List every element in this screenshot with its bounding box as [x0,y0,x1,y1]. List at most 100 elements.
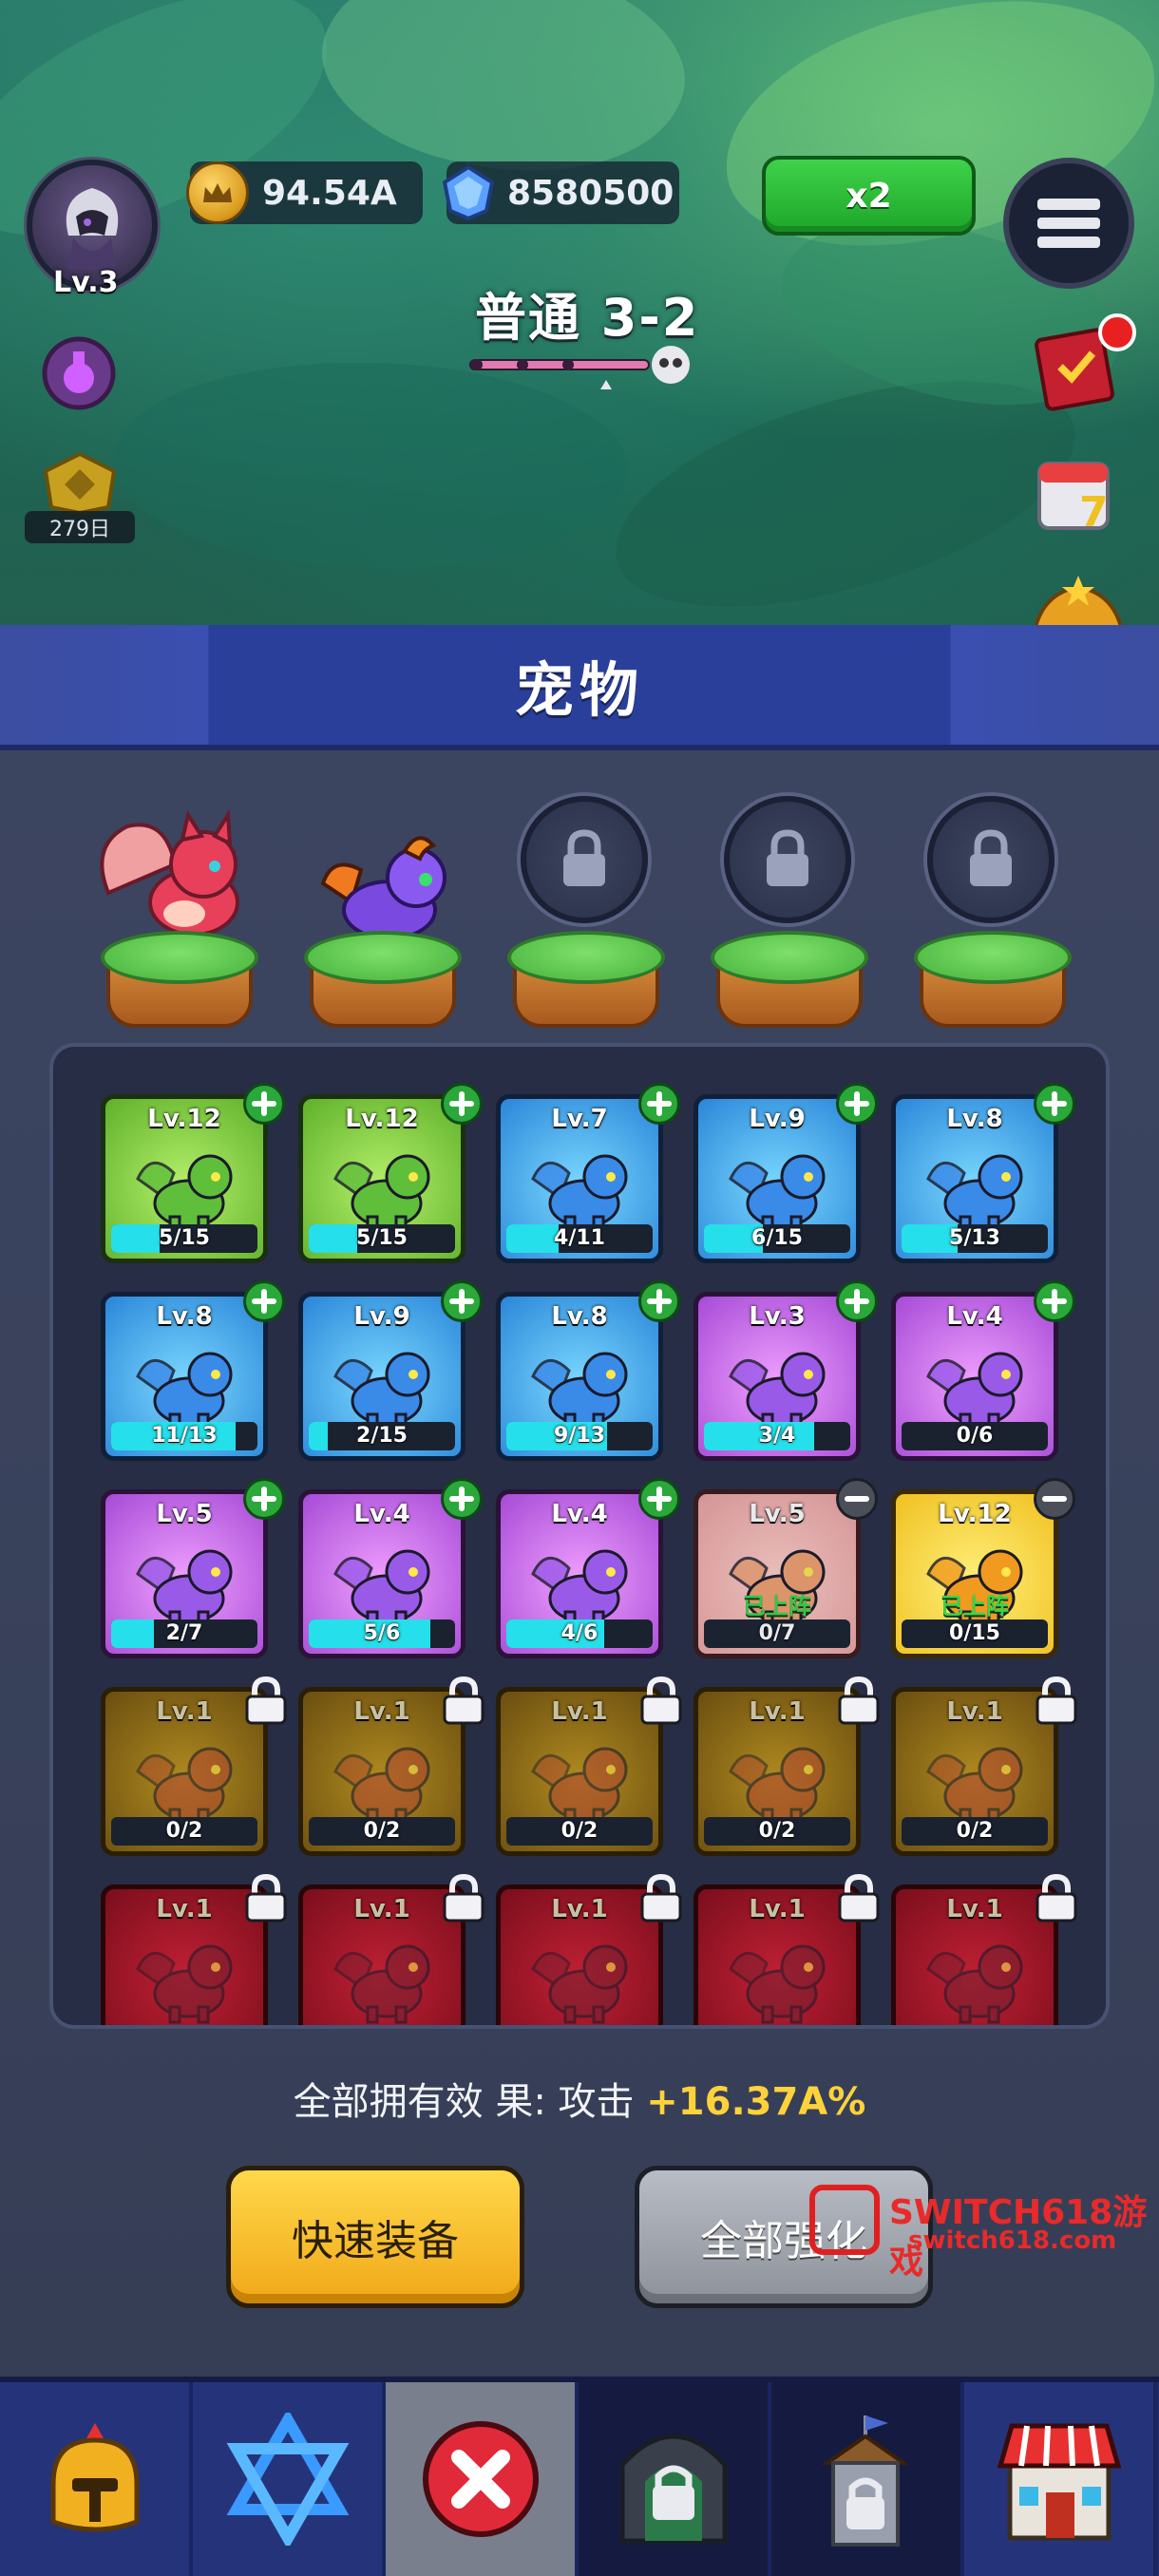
pet-creature-icon [926,1154,1023,1234]
lock-icon [970,829,1012,886]
pet-shard-progress: 0/2 [506,1817,653,1846]
pet-shard-progress: 0/2 [111,1817,257,1846]
pet-card[interactable]: Lv.8 5/13 [891,1094,1058,1263]
equip-plus-icon[interactable] [836,1280,878,1322]
main-menu-button[interactable] [1003,158,1134,289]
pet-shard-count: 0/15 [949,1621,1000,1645]
locked-slot-5[interactable] [927,796,1054,923]
quest-book-icon[interactable] [1032,310,1142,414]
pet-level: Lv.9 [749,1105,806,1133]
pedestal-1 [101,931,258,1028]
equip-plus-icon[interactable] [441,1083,483,1125]
nav-skills[interactable] [193,2382,386,2576]
nav-shop[interactable] [964,2382,1157,2576]
pet-level: Lv.1 [946,1895,1003,1923]
locked-slot-3[interactable] [521,796,648,923]
star-icon [226,2413,349,2546]
pet-shard-count: 0/2 [363,1819,401,1843]
pet-level: Lv.12 [147,1105,221,1133]
pet-level: Lv.1 [353,1697,410,1726]
collection-effect-value: +16.37A% [646,2080,866,2124]
panel-title: 宠物 [514,655,644,725]
pet-level: Lv.1 [749,1697,806,1726]
pet-card[interactable]: Lv.4 5/6 [298,1489,466,1658]
lock-icon [767,829,808,886]
calendar-7-icon[interactable]: 7 [1026,446,1121,541]
pet-shard-progress: 5/15 [309,1224,455,1253]
pet-creature-icon [333,1944,430,2024]
lock-icon [1034,1676,1079,1725]
pet-level: Lv.3 [749,1302,806,1331]
pet-shard-progress: 0/2 [902,1817,1048,1846]
pet-creature-icon [333,1352,430,1431]
pet-level: Lv.8 [156,1302,213,1331]
equip-plus-icon[interactable] [243,1478,285,1520]
pedestal-5 [914,931,1072,1028]
crown-trophy-icon[interactable] [1026,574,1130,627]
pet-shard-progress: 0/7 [704,1619,850,1648]
pet-shard-count: 6/15 [751,1226,803,1250]
pet-card[interactable]: Lv.12 5/15 [101,1094,268,1263]
pet-card[interactable]: Lv.9 6/15 [694,1094,861,1263]
equip-plus-icon[interactable] [638,1478,680,1520]
close-icon [422,2421,539,2537]
pet-card[interactable]: Lv.4 0/6 [891,1292,1058,1461]
pet-level: Lv.12 [345,1105,419,1133]
nav-locked-gate[interactable] [579,2382,771,2576]
coin-icon [186,161,249,224]
pet-level: Lv.8 [946,1105,1003,1133]
pet-card[interactable]: Lv.5 已上阵 0/7 [694,1489,861,1658]
nav-locked-tower[interactable] [771,2382,964,2576]
pet-shard-count: 5/6 [363,1621,401,1645]
pet-creature-icon [333,1747,430,1827]
pet-card[interactable]: Lv.12 5/15 [298,1094,466,1263]
speed-x2-button[interactable]: x2 [762,156,976,236]
pet-level: Lv.1 [156,1895,213,1923]
gem-icon [442,164,495,221]
equip-plus-icon[interactable] [1034,1280,1075,1322]
pet-creature-icon [136,1944,233,2024]
pet-shard-count: 0/2 [165,1819,203,1843]
pet-creature-icon [926,1944,1023,2024]
gem-amount: 8580500 [507,173,674,213]
pet-card[interactable]: Lv.7 4/11 [496,1094,663,1263]
pet-creature-icon [729,1352,826,1431]
pet-creature-icon [729,1944,826,2024]
pet-level: Lv.1 [946,1697,1003,1726]
equip-plus-icon[interactable] [243,1083,285,1125]
pet-card[interactable]: Lv.12 已上阵 0/15 [891,1489,1058,1658]
pet-shard-count: 4/6 [560,1621,598,1645]
potion-icon[interactable] [38,332,120,414]
coin-counter[interactable]: 94.54A [186,161,423,224]
equip-plus-icon[interactable] [1034,1083,1075,1125]
pet-card[interactable]: Lv.8 9/13 [496,1292,663,1461]
shield-badge-icon[interactable] [40,450,120,517]
unequip-minus-icon[interactable] [836,1478,878,1520]
locked-slot-4[interactable] [724,796,851,923]
pet-card[interactable]: Lv.8 11/13 [101,1292,268,1461]
pet-card[interactable]: Lv.5 2/7 [101,1489,268,1658]
equip-plus-icon[interactable] [243,1280,285,1322]
pet-collection-grid[interactable]: Lv.12 5/15 Lv.12 5/15 Lv.7 4/11 Lv.9 6/15 Lv.8 5/… [49,1043,1110,2029]
nav-close[interactable] [386,2382,579,2576]
quick-equip-button[interactable]: 快速装备 [226,2166,524,2308]
pet-card[interactable]: Lv.3 3/4 [694,1292,861,1461]
equipped-tag: 已上阵 [743,1593,811,1619]
pet-creature-icon [531,1154,628,1234]
equip-plus-icon[interactable] [836,1083,878,1125]
pet-card[interactable]: Lv.4 4/6 [496,1489,663,1658]
unequip-minus-icon[interactable] [1034,1478,1075,1520]
collection-effect-label: 全部拥有效 果: 攻击 [293,2080,647,2124]
pet-card[interactable]: Lv.9 2/15 [298,1292,466,1461]
gem-counter[interactable]: 8580500 [442,161,679,224]
pet-creature-icon [729,1154,826,1234]
equip-plus-icon[interactable] [638,1083,680,1125]
nav-hero[interactable] [0,2382,193,2576]
equipped-tag: 已上阵 [940,1593,1009,1619]
pet-shard-count: 5/15 [159,1226,210,1250]
equip-plus-icon[interactable] [441,1478,483,1520]
pet-creature-icon [531,1352,628,1431]
equip-plus-icon[interactable] [638,1280,680,1322]
equip-plus-icon[interactable] [441,1280,483,1322]
streak-days-badge: 279日 [25,511,135,543]
